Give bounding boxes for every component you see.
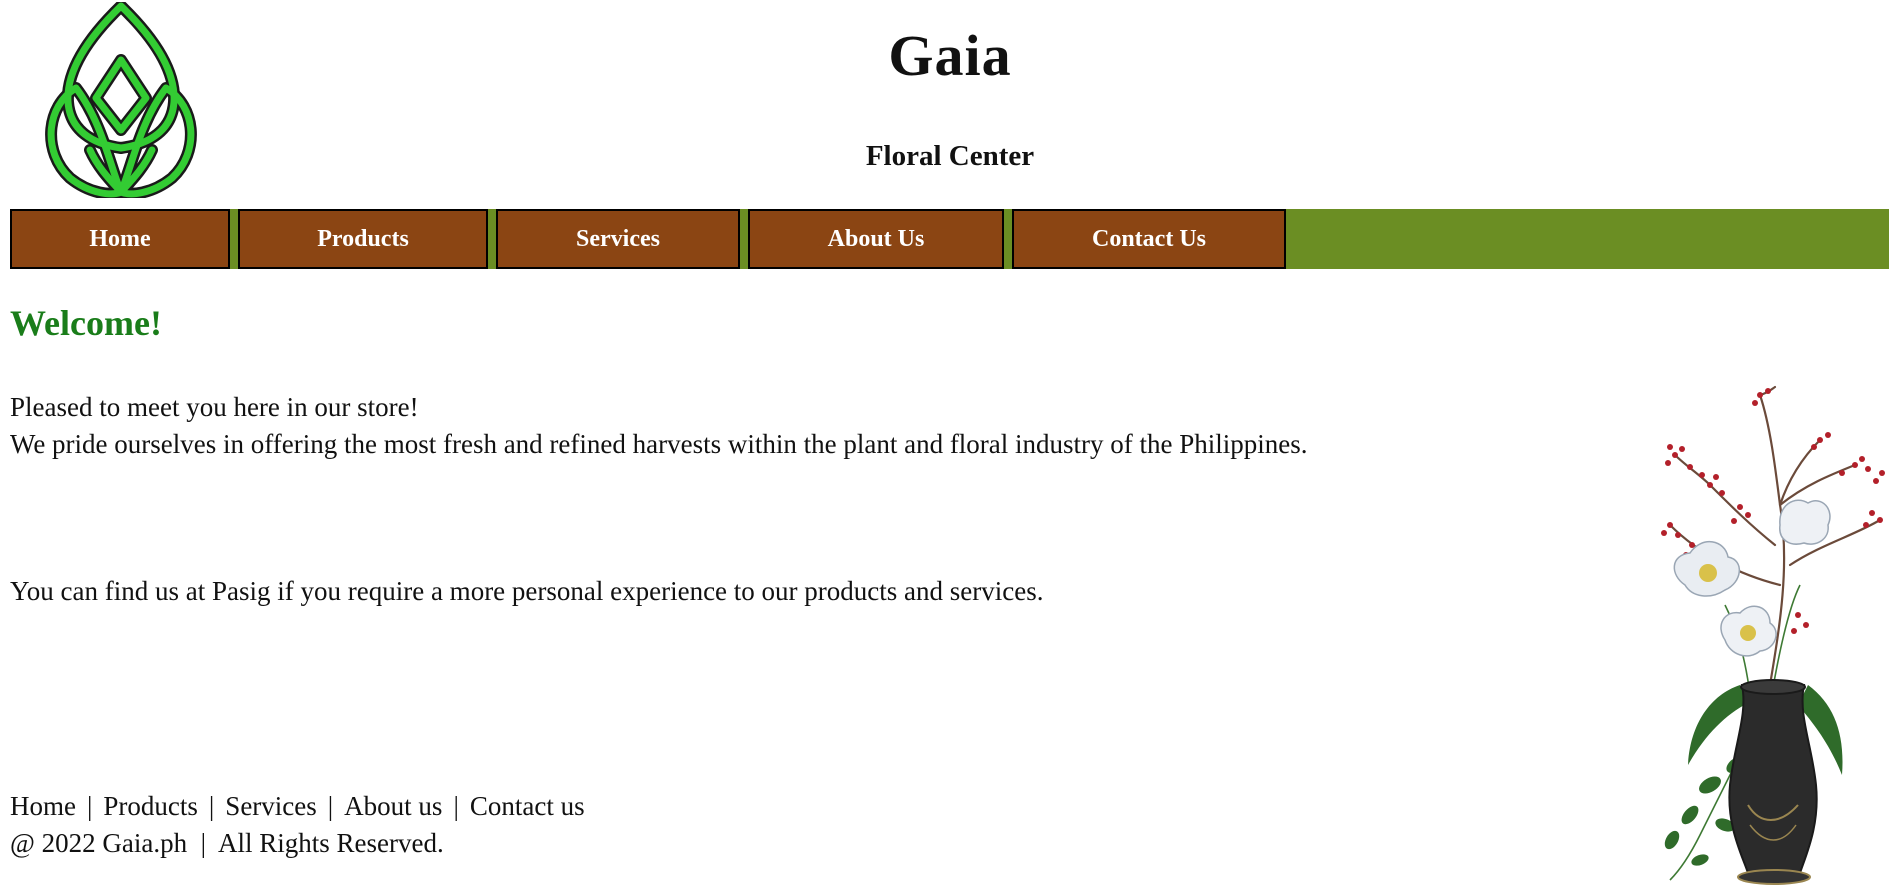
flower-vase-icon (1661, 385, 1885, 885)
footer-link-services[interactable]: Services (225, 791, 316, 821)
footer-link-products[interactable]: Products (103, 791, 198, 821)
intro-text: Pleased to meet you here in our store! W… (10, 389, 1308, 463)
footer-link-about-us[interactable]: About us (344, 791, 442, 821)
footer-link-home[interactable]: Home (10, 791, 76, 821)
footer-separator: | (208, 791, 215, 821)
nav-home-button[interactable]: Home (10, 209, 230, 269)
intro-line-1: Pleased to meet you here in our store! (10, 392, 419, 422)
intro-line-2: We pride ourselves in offering the most … (10, 429, 1308, 459)
nav-services-button[interactable]: Services (496, 209, 740, 269)
footer-link-contact-us[interactable]: Contact us (470, 791, 585, 821)
main-nav: Home Products Services About Us Contact … (10, 209, 1889, 269)
footer-separator: | (453, 791, 459, 821)
nav-products-button[interactable]: Products (238, 209, 488, 269)
location-text: You can find us at Pasig if you require … (10, 576, 1044, 606)
site-title: Gaia (888, 23, 1012, 88)
site-subtitle: Floral Center (865, 140, 1035, 172)
footer-links: Home | Products | Services | About us | Contact … (10, 788, 585, 825)
footer-separator: | (327, 791, 334, 821)
welcome-heading: Welcome! (10, 303, 162, 343)
nav-about-us-button[interactable]: About Us (748, 209, 1004, 269)
copyright-text: @ 2022 Gaia.ph | All Rights Reserved. (10, 828, 444, 858)
footer-separator: | (86, 791, 93, 821)
nav-contact-us-button[interactable]: Contact Us (1012, 209, 1286, 269)
